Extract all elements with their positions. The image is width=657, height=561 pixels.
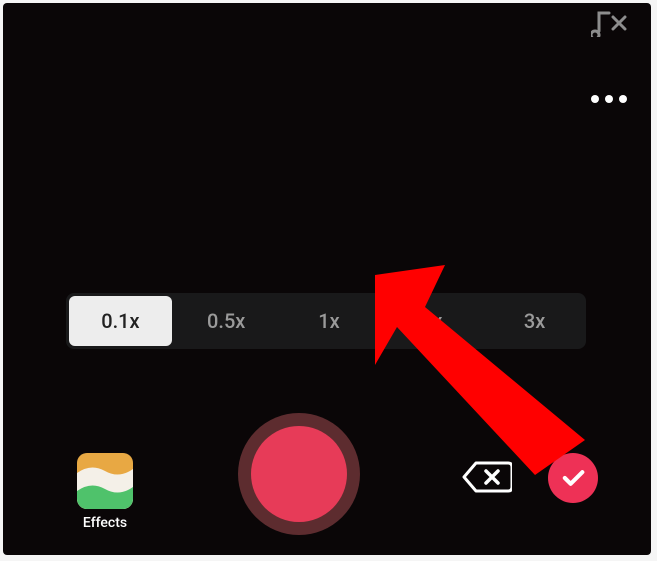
- speed-option-1x[interactable]: 1x: [278, 293, 381, 349]
- speed-selector: 0.1x 0.5x 1x 2x 3x: [66, 293, 586, 349]
- speed-option-3x[interactable]: 3x: [483, 293, 586, 349]
- camera-screen: 0.1x 0.5x 1x 2x 3x Effects: [3, 3, 651, 555]
- effects-thumbnail: [77, 453, 133, 509]
- speed-option-0_1x[interactable]: 0.1x: [69, 296, 172, 346]
- speed-option-2x[interactable]: 2x: [380, 293, 483, 349]
- effects-button[interactable]: Effects: [71, 453, 139, 531]
- delete-clip-button[interactable]: [462, 459, 512, 495]
- record-button[interactable]: [238, 413, 360, 535]
- backspace-x-icon: [462, 459, 512, 495]
- record-icon: [251, 426, 347, 522]
- effects-label: Effects: [83, 515, 127, 531]
- sound-cut-icon[interactable]: [591, 9, 627, 37]
- checkmark-icon: [559, 464, 587, 492]
- top-right-toolbar: [587, 3, 631, 107]
- speed-option-0_5x[interactable]: 0.5x: [175, 293, 278, 349]
- more-menu-icon[interactable]: [587, 91, 631, 107]
- confirm-button[interactable]: [548, 453, 598, 503]
